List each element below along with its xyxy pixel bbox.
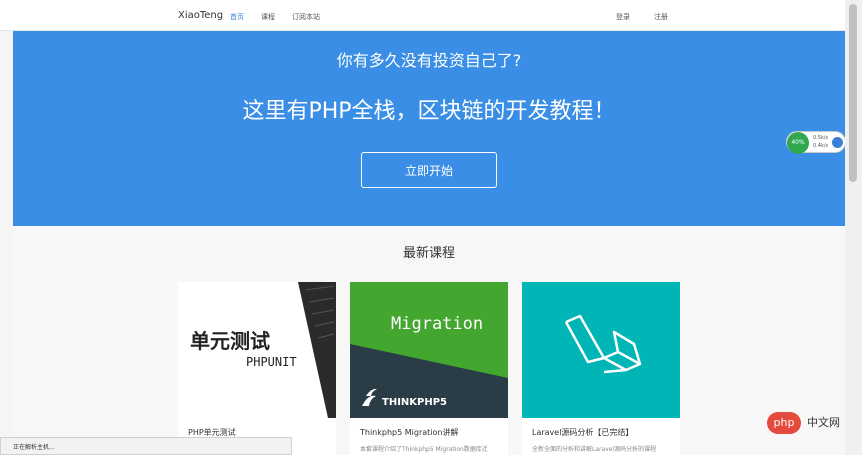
card-image-title: 单元测试 bbox=[190, 329, 270, 353]
hero-headline: 这里有PHP全栈，区块链的开发教程！ bbox=[242, 99, 616, 124]
download-speed: 0.4k/s bbox=[813, 143, 829, 149]
nav-link-courses[interactable]: 课程 bbox=[261, 12, 275, 22]
navbar: XiaoTeng 首页 课程 订阅本站 登录 注册 bbox=[0, 0, 845, 31]
browser-status-bar: 正在解析主机... bbox=[0, 437, 292, 455]
brand-logo[interactable]: XiaoTeng bbox=[178, 10, 223, 21]
widget-toggle-icon[interactable] bbox=[832, 137, 843, 148]
section-title: 最新课程 bbox=[402, 246, 455, 261]
card-image-subtitle: THINKPHP5 bbox=[382, 397, 447, 408]
network-speed-widget[interactable]: 40% 0.5k/s 0.4k/s bbox=[786, 131, 846, 154]
upload-speed: 0.5k/s bbox=[813, 135, 829, 141]
nav-link-subscribe[interactable]: 订阅本站 bbox=[292, 12, 320, 22]
course-description: 全新全面的分析和讲解Laravel源码分析的课程 bbox=[532, 446, 657, 453]
start-button[interactable]: 立即开始 bbox=[361, 152, 497, 188]
course-title[interactable]: Laravel源码分析【已完结】 bbox=[532, 427, 633, 438]
card-image-subtitle: PHPUNIT bbox=[246, 355, 297, 369]
course-card-laravel[interactable]: Laravel源码分析【已完结】 全新全面的分析和讲解Laravel源码分析的课… bbox=[522, 282, 680, 455]
course-image-phpunit: 单元测试 PHPUNIT bbox=[178, 282, 336, 418]
php-logo-icon: php bbox=[767, 412, 801, 434]
hero-banner: 你有多久没有投资自己了? 这里有PHP全栈，区块链的开发教程！ 立即开始 bbox=[13, 31, 845, 226]
page-scrollbar[interactable] bbox=[845, 0, 862, 455]
nav-link-home[interactable]: 首页 bbox=[230, 12, 244, 22]
login-link[interactable]: 登录 bbox=[616, 12, 630, 22]
scrollbar-thumb[interactable] bbox=[849, 4, 857, 182]
course-image-laravel bbox=[522, 282, 680, 418]
hero-question: 你有多久没有投资自己了? bbox=[336, 51, 522, 70]
network-percent: 40% bbox=[787, 132, 809, 154]
course-description: 本套课程介绍了Thinkphp5 Migration数据库迁 bbox=[360, 446, 488, 453]
course-card-phpunit[interactable]: 单元测试 PHPUNIT PHP单元测试 bbox=[178, 282, 336, 455]
course-card-migration[interactable]: Migration THINKPHP5 Thinkphp5 Migration讲… bbox=[350, 282, 508, 455]
card-image-title: Migration bbox=[391, 314, 483, 334]
course-title[interactable]: Thinkphp5 Migration讲解 bbox=[360, 427, 458, 438]
watermark-text: 中文网 bbox=[807, 416, 840, 429]
course-image-migration: Migration THINKPHP5 bbox=[350, 282, 508, 418]
register-link[interactable]: 注册 bbox=[654, 12, 668, 22]
